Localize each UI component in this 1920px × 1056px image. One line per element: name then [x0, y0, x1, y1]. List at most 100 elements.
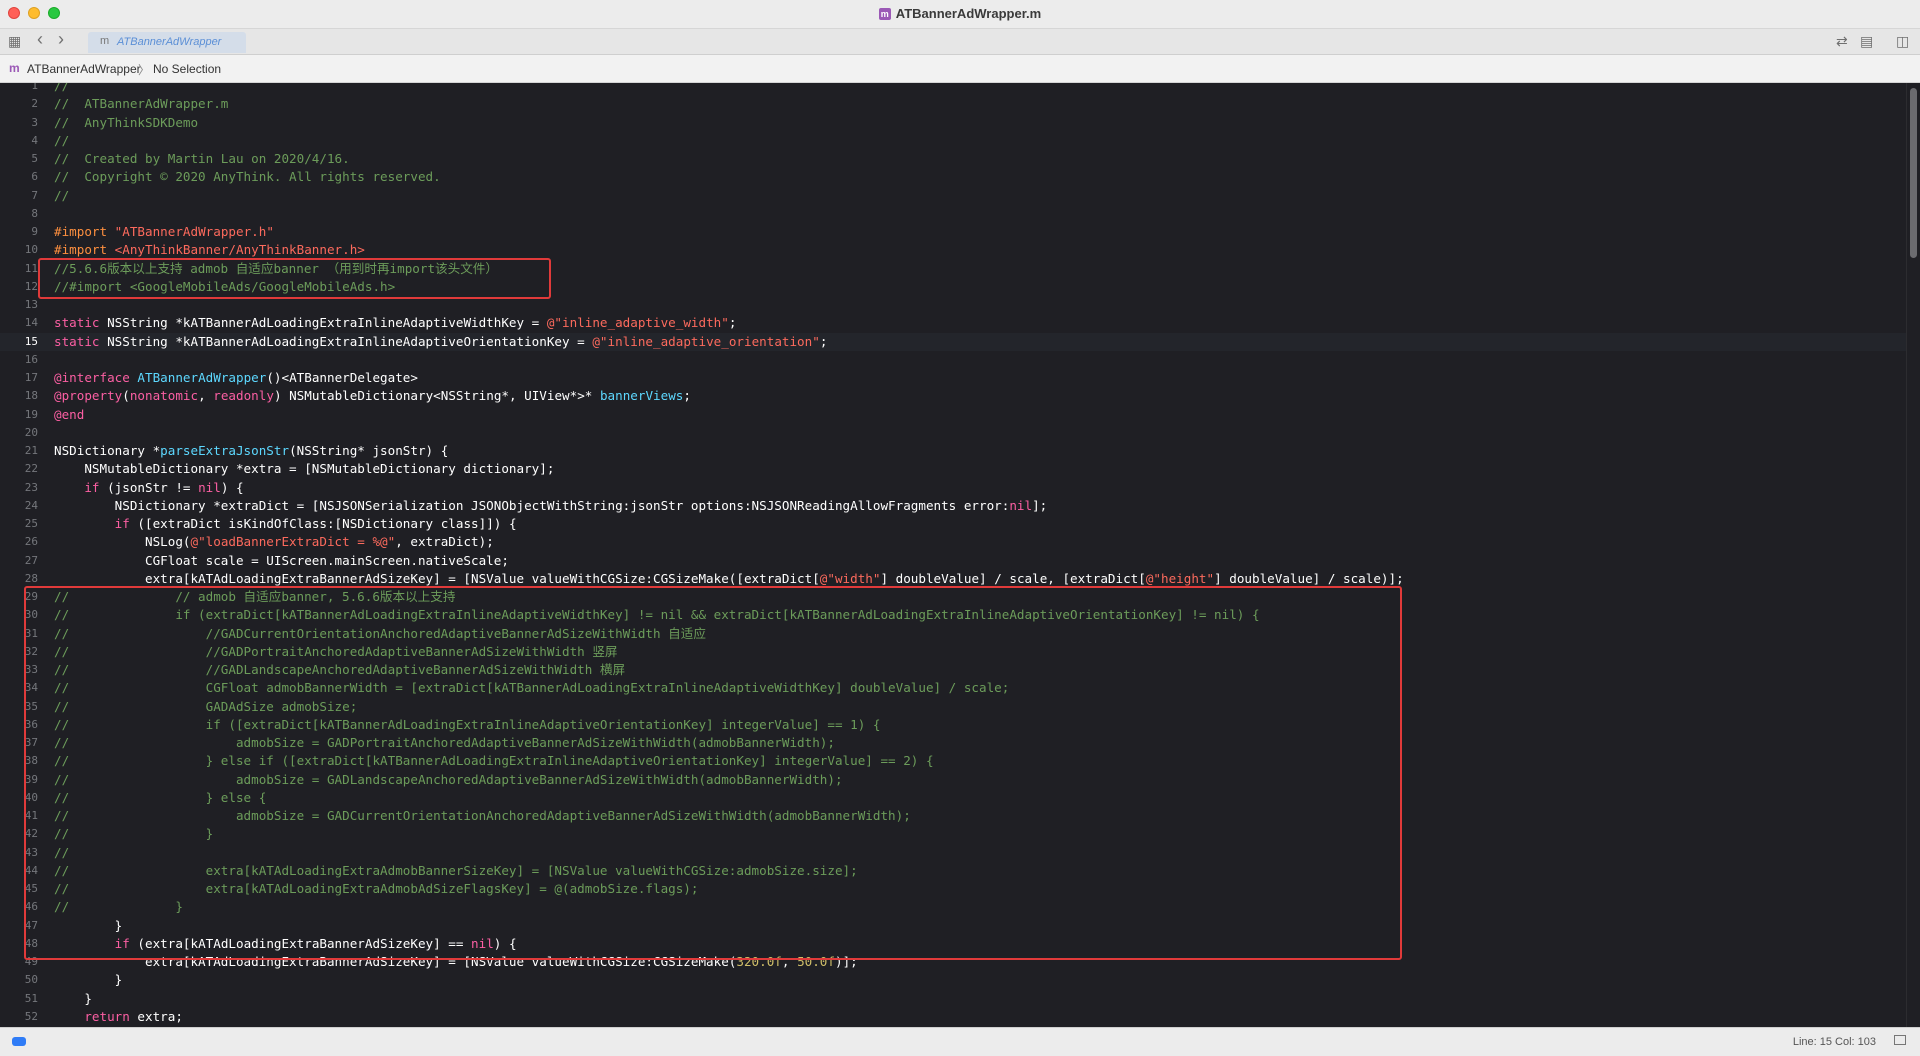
debug-area-toggle[interactable] — [12, 1037, 26, 1046]
jump-bar: m ATBannerAdWrapper 〉 No Selection — [0, 55, 1920, 83]
code-line[interactable]: 29 // // admob 自适应banner, 5.6.6版本以上支持 — [0, 588, 1906, 606]
scrollbar-thumb[interactable] — [1910, 88, 1917, 258]
code-line[interactable]: 40 // } else { — [0, 789, 1906, 807]
vertical-scrollbar[interactable] — [1906, 83, 1920, 1027]
code-line[interactable]: 37 // admobSize = GADPortraitAnchoredAdap… — [0, 734, 1906, 752]
code-line[interactable]: 34 // CGFloat admobBannerWidth = [extraDi… — [0, 679, 1906, 697]
line-number: 7 — [31, 188, 38, 202]
window-title: m ATBannerAdWrapper.m — [0, 6, 1920, 21]
code-line[interactable]: 28 extra[kATAdLoadingExtraBannerAdSizeKe… — [0, 570, 1906, 588]
line-number: 22 — [24, 462, 38, 476]
code-line[interactable]: 25 if ([extraDict isKindOfClass:[NSDicti… — [0, 515, 1906, 533]
line-number: 34 — [24, 681, 38, 695]
code-text: if (jsonStr != nil) { — [54, 479, 243, 497]
code-line[interactable]: 51 } — [0, 990, 1906, 1008]
code-line[interactable]: 10 #import <AnyThinkBanner/AnyThinkBanner… — [0, 241, 1906, 259]
code-line[interactable]: 8 — [0, 205, 1906, 223]
code-line[interactable]: 6 // Copyright © 2020 AnyThink. All right… — [0, 168, 1906, 186]
code-string: @"width" — [819, 570, 881, 586]
code-line[interactable]: 45 // extra[kATAdLoadingExtraAdmobAdSizeF… — [0, 880, 1906, 898]
split-editor-icon[interactable]: ◫ — [1896, 33, 1909, 49]
line-number: 5 — [31, 152, 38, 165]
line-number: 38 — [24, 754, 38, 768]
line-number: 6 — [31, 170, 38, 184]
code-text: } — [54, 990, 92, 1006]
code-line[interactable]: 2 // ATBannerAdWrapper.m — [0, 95, 1906, 113]
code-line[interactable]: 48 if (extra[kATAdLoadingExtraBannerAdSi… — [0, 935, 1906, 953]
code-line[interactable]: 27 CGFloat scale = UIScreen.mainScreen.n… — [0, 552, 1906, 570]
line-number: 15 — [24, 334, 38, 348]
code-comment: // Created by Martin Lau on 2020/4/16. — [54, 151, 350, 166]
tab-atbanneradwrapper[interactable]: m ATBannerAdWrapper — [88, 32, 246, 53]
code-line[interactable]: 44 // extra[kATAdLoadingExtraAdmobBannerS… — [0, 862, 1906, 880]
window-title-text: ATBannerAdWrapper.m — [895, 6, 1042, 21]
code-text: } — [54, 971, 123, 989]
code-line[interactable]: 39 // admobSize = GADLandscapeAnchoredAda… — [0, 771, 1906, 789]
code-text: extra[kATAdLoadingExtraBannerAdSizeKey] … — [54, 570, 820, 586]
title-bar: m ATBannerAdWrapper.m — [0, 0, 1920, 29]
line-number: 25 — [24, 517, 38, 530]
code-line[interactable]: 16 — [0, 351, 1906, 369]
code-line[interactable]: 35 // GADAdSize admobSize; — [0, 698, 1906, 716]
code-line[interactable]: 30 // if (extraDict[kATBannerAdLoadingExt… — [0, 606, 1906, 624]
code-line[interactable]: 17 @interface ATBannerAdWrapper()<ATBanne… — [0, 369, 1906, 387]
code-text: // } else if ([extraDict[kATBannerAdLoad… — [54, 752, 934, 770]
code-text: //#import <GoogleMobileAds/GoogleMobileA… — [54, 278, 395, 296]
code-line[interactable]: 15 static NSString *kATBannerAdLoadingExt… — [0, 332, 1906, 351]
code-line[interactable]: 20 — [0, 424, 1906, 442]
code-line[interactable]: 21 NSDictionary *parseExtraJsonStr(NSStri… — [0, 442, 1906, 460]
code-line[interactable]: 36 // if ([extraDict[kATBannerAdLoadingEx… — [0, 716, 1906, 734]
code-line[interactable]: 26 NSLog(@"loadBannerExtraDict = %@", ex… — [0, 533, 1906, 551]
code-line[interactable]: 38 // } else if ([extraDict[kATBannerAdLo… — [0, 752, 1906, 770]
code-text: // AnyThinkSDKDemo — [54, 114, 198, 132]
code-line[interactable]: 24 NSDictionary *extraDict = [NSJSONSeri… — [0, 497, 1906, 515]
code-text: // if (extraDict[kATBannerAdLoadingExtra… — [54, 606, 1260, 624]
jumpbar-file[interactable]: ATBannerAdWrapper — [27, 62, 141, 76]
code-line[interactable]: 9 #import "ATBannerAdWrapper.h" — [0, 223, 1906, 241]
code-line[interactable]: 52 return extra; — [0, 1008, 1906, 1026]
code-line[interactable]: 49 extra[kATAdLoadingExtraBannerAdSizeKe… — [0, 953, 1906, 971]
code-keyword: @property — [54, 388, 123, 404]
jumpbar-selection[interactable]: No Selection — [153, 62, 221, 76]
line-number: 4 — [31, 133, 38, 147]
code-line[interactable]: 12 //#import <GoogleMobileAds/GoogleMobil… — [0, 278, 1906, 296]
forward-icon[interactable]: › — [58, 30, 64, 48]
code-line[interactable]: 22 NSMutableDictionary *extra = [NSMutab… — [0, 460, 1906, 478]
code-keyword: if — [84, 479, 100, 495]
code-line[interactable]: 33 // //GADLandscapeAnchoredAdaptiveBanne… — [0, 661, 1906, 679]
code-line[interactable]: 4 // — [0, 132, 1906, 150]
code-line[interactable]: 13 — [0, 296, 1906, 314]
code-line[interactable]: 42 // } — [0, 825, 1906, 843]
code-line[interactable]: 1 // — [0, 83, 1906, 95]
code-line[interactable]: 50 } — [0, 971, 1906, 989]
grid-icon[interactable]: ▦ — [8, 33, 21, 49]
code-line[interactable]: 46 // } — [0, 898, 1906, 916]
line-number: 19 — [24, 407, 38, 421]
code-line[interactable]: 3 // AnyThinkSDKDemo — [0, 114, 1906, 132]
code-text: ) NSMutableDictionary<NSString*, UIView*… — [273, 388, 600, 404]
code-line[interactable]: 11 //5.6.6版本以上支持 admob 自适应banner （用到时再imp… — [0, 260, 1906, 278]
inspector-icon[interactable]: ▤ — [1860, 33, 1873, 49]
code-line[interactable]: 5 // Created by Martin Lau on 2020/4/16. — [0, 150, 1906, 168]
code-comment: // AnyThinkSDKDemo — [54, 114, 199, 130]
line-number: 17 — [24, 371, 38, 384]
back-icon[interactable]: ‹ — [37, 30, 43, 48]
line-number: 43 — [24, 845, 38, 859]
code-line[interactable]: 31 // //GADCurrentOrientationAnchoredAdap… — [0, 625, 1906, 643]
code-string: @"inline_adaptive_orientation" — [592, 333, 820, 349]
line-number: 35 — [24, 699, 38, 713]
code-line[interactable]: 43 // — [0, 844, 1906, 862]
code-line[interactable]: 19 @end — [0, 406, 1906, 424]
cursor-position: Line: 15 Col: 103 — [1792, 1036, 1876, 1048]
code-line[interactable]: 47 } — [0, 917, 1906, 935]
code-text: // — [54, 187, 69, 205]
code-line[interactable]: 18 @property(nonatomic, readonly) NSMutab… — [0, 387, 1906, 405]
code-line[interactable]: 41 // admobSize = GADCurrentOrientationAn… — [0, 807, 1906, 825]
code-line[interactable]: 14 static NSString *kATBannerAdLoadingExt… — [0, 314, 1906, 332]
code-line[interactable]: 23 if (jsonStr != nil) { — [0, 479, 1906, 497]
code-line[interactable]: 32 // //GADPortraitAnchoredAdaptiveBanner… — [0, 643, 1906, 661]
code-line[interactable]: 7 // — [0, 187, 1906, 205]
panel-icon[interactable] — [1894, 1035, 1906, 1045]
code-editor[interactable]: 52 return extra; 51 } 50 } 49 extra[kATAdLo… — [0, 83, 1906, 1027]
swap-editor-icon[interactable]: ⇄ — [1836, 33, 1848, 49]
